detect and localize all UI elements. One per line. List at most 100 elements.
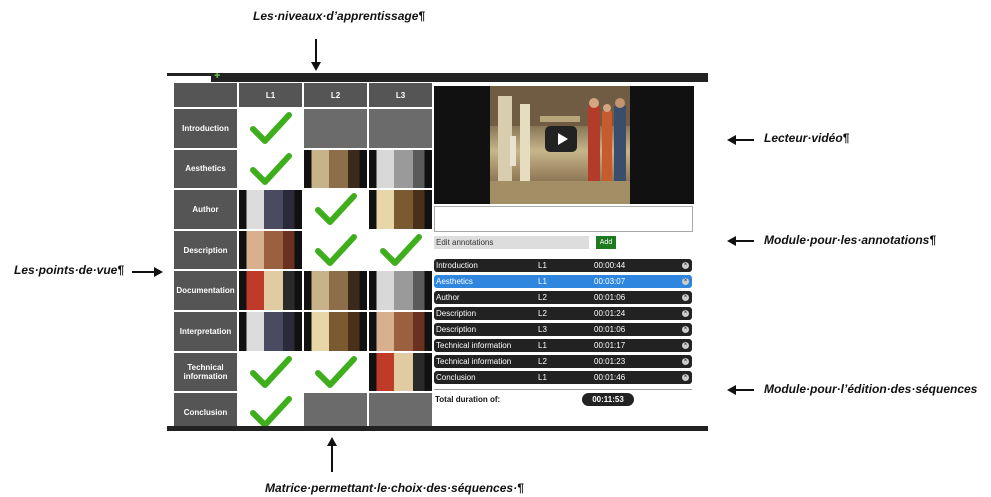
sequence-row[interactable]: Description L2 00:01:24 ×	[434, 307, 692, 320]
viewpoint-label: Technical information	[173, 351, 238, 393]
matrix-cell-thumbnail[interactable]	[368, 148, 433, 190]
arrow-annotations-head	[727, 236, 736, 246]
matrix-cell-empty	[368, 108, 433, 149]
checkmark-icon	[379, 234, 422, 267]
matrix-cell-check[interactable]	[238, 108, 303, 149]
sequence-name: Technical information	[436, 341, 512, 350]
matrix-cell-thumbnail[interactable]	[238, 311, 303, 352]
label-matrix: Matrice·permettant·le·choix·des·séquence…	[265, 481, 524, 495]
play-button[interactable]	[545, 126, 577, 152]
arrow-matrix-head	[327, 437, 337, 446]
close-icon[interactable]: ×	[682, 294, 689, 301]
add-button[interactable]: Add	[596, 236, 616, 249]
arrow-levels-head	[311, 62, 321, 71]
matrix-cell-check[interactable]	[303, 229, 368, 271]
matrix-cell-thumbnail[interactable]	[368, 189, 433, 230]
level-header-l3[interactable]: L3	[368, 82, 433, 108]
sequence-row[interactable]: Description L3 00:01:06 ×	[434, 323, 692, 336]
viewpoint-label: Aesthetics	[173, 148, 238, 190]
add-tab-icon[interactable]: +	[214, 73, 220, 82]
annotation-textarea[interactable]	[434, 206, 693, 232]
matrix-cell-check[interactable]	[303, 189, 368, 230]
checkmark-icon	[314, 234, 357, 267]
checkmark-icon	[249, 112, 292, 145]
level-header-l1[interactable]: L1	[238, 82, 303, 108]
checkmark-icon	[249, 152, 292, 185]
label-player: Lecteur·vidéo¶	[764, 131, 850, 145]
sequence-time: 00:01:46	[594, 373, 626, 382]
application-window: + L1 L2 L3 Introduction Aesthetics Author Desc…	[167, 73, 708, 431]
sequence-row[interactable]: Introduction L1 00:00:44 ×	[434, 259, 692, 272]
sequence-time: 00:01:23	[594, 357, 626, 366]
sequence-level: L1	[538, 261, 547, 270]
checkmark-icon	[314, 355, 357, 388]
checkmark-icon	[249, 355, 292, 388]
checkmark-icon	[314, 193, 357, 226]
sequence-name: Aesthetics	[436, 277, 473, 286]
video-frame	[490, 86, 630, 204]
matrix-cell-check[interactable]	[238, 148, 303, 190]
bottom-bar	[167, 426, 708, 431]
sequence-level: L1	[538, 277, 547, 286]
close-icon[interactable]: ×	[682, 310, 689, 317]
close-icon[interactable]: ×	[682, 342, 689, 349]
matrix-cell-thumbnail[interactable]	[303, 311, 368, 352]
label-sequences: Module·pour·l’édition·des·séquences	[764, 382, 978, 396]
top-bar: +	[167, 73, 708, 82]
matrix-cell-thumbnail[interactable]	[238, 270, 303, 311]
matrix-cell-thumbnail[interactable]	[303, 270, 368, 311]
sequence-row[interactable]: Technical information L1 00:01:17 ×	[434, 339, 692, 352]
sequence-level: L1	[538, 373, 547, 382]
sequence-level: L3	[538, 325, 547, 334]
matrix-cell-thumbnail[interactable]	[368, 351, 433, 393]
video-player[interactable]	[434, 86, 694, 204]
arrow-viewpoints	[132, 271, 154, 273]
label-annotations: Module·pour·les·annotations¶	[764, 233, 936, 247]
viewpoint-label: Description	[173, 229, 238, 271]
sequence-matrix: L1 L2 L3 Introduction Aesthetics Author Descri…	[173, 82, 433, 431]
sequence-name: Conclusion	[436, 373, 476, 382]
sequence-row[interactable]: Technical information L2 00:01:23 ×	[434, 355, 692, 368]
level-header-l2[interactable]: L2	[303, 82, 368, 108]
divider	[434, 389, 692, 390]
sequence-time: 00:01:24	[594, 309, 626, 318]
viewpoint-label: Documentation	[173, 270, 238, 311]
matrix-cell-thumbnail[interactable]	[303, 148, 368, 190]
close-icon[interactable]: ×	[682, 374, 689, 381]
matrix-cell-thumbnail[interactable]	[368, 311, 433, 352]
sequence-name: Author	[436, 293, 460, 302]
sequence-level: L1	[538, 341, 547, 350]
close-icon[interactable]: ×	[682, 262, 689, 269]
label-viewpoints: Les·points·de·vue¶	[14, 263, 125, 277]
sequence-level: L2	[538, 357, 547, 366]
sequence-name: Description	[436, 309, 477, 318]
sequence-time: 00:00:44	[594, 261, 626, 270]
edit-annotations-field[interactable]: Edit annotations	[434, 236, 589, 249]
matrix-cell-thumbnail[interactable]	[368, 270, 433, 311]
sequence-row[interactable]: Author L2 00:01:06 ×	[434, 291, 692, 304]
matrix-cell-check[interactable]	[368, 229, 433, 271]
arrow-player	[734, 139, 754, 141]
close-icon[interactable]: ×	[682, 278, 689, 285]
sequence-time: 00:01:17	[594, 341, 626, 350]
matrix-cell-thumbnail[interactable]	[238, 189, 303, 230]
sequence-level: L2	[538, 293, 547, 302]
label-levels: Les·niveaux·d’apprentissage¶	[253, 9, 426, 23]
arrow-annotations	[734, 240, 754, 242]
viewpoint-label: Author	[173, 189, 238, 230]
arrow-sequences	[734, 389, 754, 391]
close-icon[interactable]: ×	[682, 326, 689, 333]
sequence-name: Introduction	[436, 261, 478, 270]
matrix-cell-thumbnail[interactable]	[238, 229, 303, 271]
matrix-cell-check[interactable]	[303, 351, 368, 393]
close-icon[interactable]: ×	[682, 358, 689, 365]
matrix-cell-empty	[303, 108, 368, 149]
sequence-row[interactable]: Conclusion L1 00:01:46 ×	[434, 371, 692, 384]
matrix-cell-check[interactable]	[238, 351, 303, 393]
total-duration-label: Total duration of:	[435, 395, 501, 404]
viewpoint-label: Introduction	[173, 108, 238, 149]
sequence-row[interactable]: Aesthetics L1 00:03:07 ×	[434, 275, 692, 288]
matrix-corner	[173, 82, 238, 108]
viewpoint-label: Interpretation	[173, 311, 238, 352]
sequence-time: 00:03:07	[594, 277, 626, 286]
